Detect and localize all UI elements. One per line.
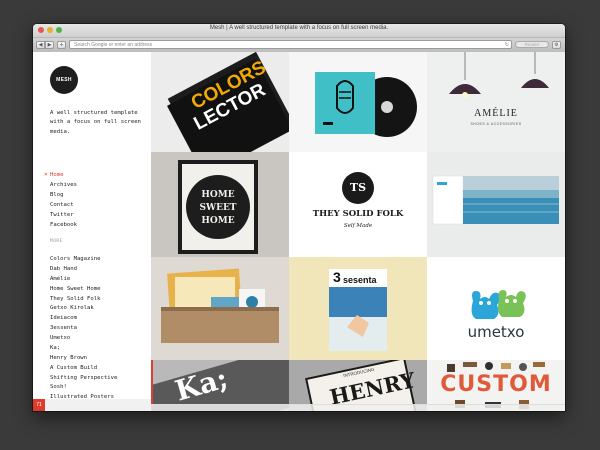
project-link[interactable]: They Solid Folk (50, 295, 117, 305)
colors-magazine-image: COLORS LECTOR (167, 52, 289, 152)
project-link[interactable]: Getxo Kirolak (50, 304, 117, 314)
tile-amelie[interactable]: AMÉLIE SHOES & ACCESSORIES (427, 52, 565, 152)
reload-icon[interactable]: ↻ (505, 41, 509, 49)
nav-item-archives[interactable]: Archives (50, 180, 77, 190)
dab-hand-image (315, 72, 417, 137)
tile-ideiacom[interactable] (151, 257, 289, 360)
nav-item-blog[interactable]: Blog (50, 190, 77, 200)
nav-item-contact[interactable]: Contact (50, 200, 77, 210)
project-link[interactable]: Sosh! (50, 383, 117, 393)
browser-toolbar: ◀ ▶ + Search Google or enter an address … (33, 38, 565, 53)
tile-umetxo[interactable]: umetxo (427, 257, 565, 360)
tile-3essenta[interactable]: 3 sesenta (289, 257, 427, 360)
tile-getxo-kirolak[interactable] (427, 152, 565, 257)
umetxo-word: umetxo (467, 323, 525, 341)
nav-item-twitter[interactable]: Twitter (50, 210, 77, 220)
settings-button[interactable]: ⚙ (552, 41, 561, 49)
address-bar[interactable]: Search Google or enter an address ↻ (69, 40, 512, 49)
home-line2: SWEET (199, 203, 237, 213)
nav-item-facebook[interactable]: Facebook (50, 220, 77, 230)
project-link[interactable]: Henry Brown (50, 354, 117, 364)
address-placeholder: Search Google or enter an address (74, 42, 153, 48)
site-tagline: A well structured template with a focus … (50, 110, 141, 135)
back-button[interactable]: ◀ (36, 41, 45, 49)
media-grid: COLORS LECTOR AMÉLIE SHOES & ACCESSORIES… (151, 52, 565, 411)
project-list: Colors Magazine Dab Hand Amélie Home Sweet … (50, 255, 117, 411)
tile-colors-magazine[interactable]: COLORS LECTOR (151, 52, 289, 152)
horizontal-scrollbar[interactable] (151, 404, 565, 411)
page-content: MESH A well structured template with a f… (33, 52, 565, 411)
browser-window: Mesh | A well structured template with a… (33, 24, 565, 411)
umetxo-logo (471, 290, 526, 319)
sesenta-word: sesenta (343, 275, 377, 285)
tile-dab-hand[interactable] (289, 52, 427, 152)
project-link[interactable]: Amélie (50, 275, 117, 285)
folk-monogram: TS (349, 181, 367, 194)
project-link[interactable]: Home Sweet Home (50, 285, 117, 295)
project-link[interactable]: Umetxo (50, 334, 117, 344)
gear-icon: ⚙ (554, 42, 559, 48)
amelie-subtitle: SHOES & ACCESSORIES (470, 122, 522, 126)
amelie-name: AMÉLIE (474, 108, 518, 119)
ideiacom-stationery (161, 268, 279, 343)
project-link[interactable]: A Custom Build (50, 364, 117, 374)
nav-item-home[interactable]: Home (44, 170, 77, 180)
tile-they-solid-folk[interactable]: TS THEY SOLID FOLK Self Made (289, 152, 427, 257)
home-line3: HOME (201, 216, 235, 226)
main-nav: HomeArchivesBlogContactTwitterFacebook (44, 170, 77, 230)
folk-name: THEY SOLID FOLK (312, 209, 404, 219)
project-link[interactable]: Ka; (50, 344, 117, 354)
plus-icon: + (59, 42, 64, 48)
project-link[interactable]: 3essenta (50, 324, 117, 334)
project-link[interactable]: Shifting Perspective (50, 374, 117, 384)
folk-tagline: Self Made (343, 223, 373, 229)
project-link[interactable]: Ideiacom (50, 314, 117, 324)
getxo-kirolak-brochure (432, 175, 559, 225)
forward-button[interactable]: ▶ (45, 41, 54, 49)
more-heading: MORE (50, 239, 63, 244)
they-solid-folk-logo (342, 172, 374, 204)
window-title: Mesh | A well structured template with a… (209, 25, 389, 31)
sidebar-footer: 71 (33, 399, 151, 411)
sidebar: MESH A well structured template with a f… (33, 52, 151, 411)
site-logo[interactable]: MESH (50, 66, 78, 94)
title-bar: Mesh | A well structured template with a… (33, 24, 565, 38)
home-line1: HOME (201, 190, 235, 200)
tile-home-sweet-home[interactable]: HOME SWEET HOME (151, 152, 289, 257)
3essenta-magazine (329, 269, 387, 351)
reader-button[interactable]: Reader (515, 41, 549, 48)
forward-arrow-icon: ▶ (47, 42, 52, 48)
project-link[interactable]: Dab Hand (50, 265, 117, 275)
sesenta-number: 3 (333, 269, 341, 285)
amelie-lamps-image (449, 52, 549, 98)
back-arrow-icon: ◀ (38, 42, 43, 48)
custom-word: CUSTOM (440, 372, 552, 397)
project-link[interactable]: Colors Magazine (50, 255, 117, 265)
footer-badge[interactable]: 71 (33, 399, 45, 411)
add-bookmark-button[interactable]: + (57, 41, 66, 49)
